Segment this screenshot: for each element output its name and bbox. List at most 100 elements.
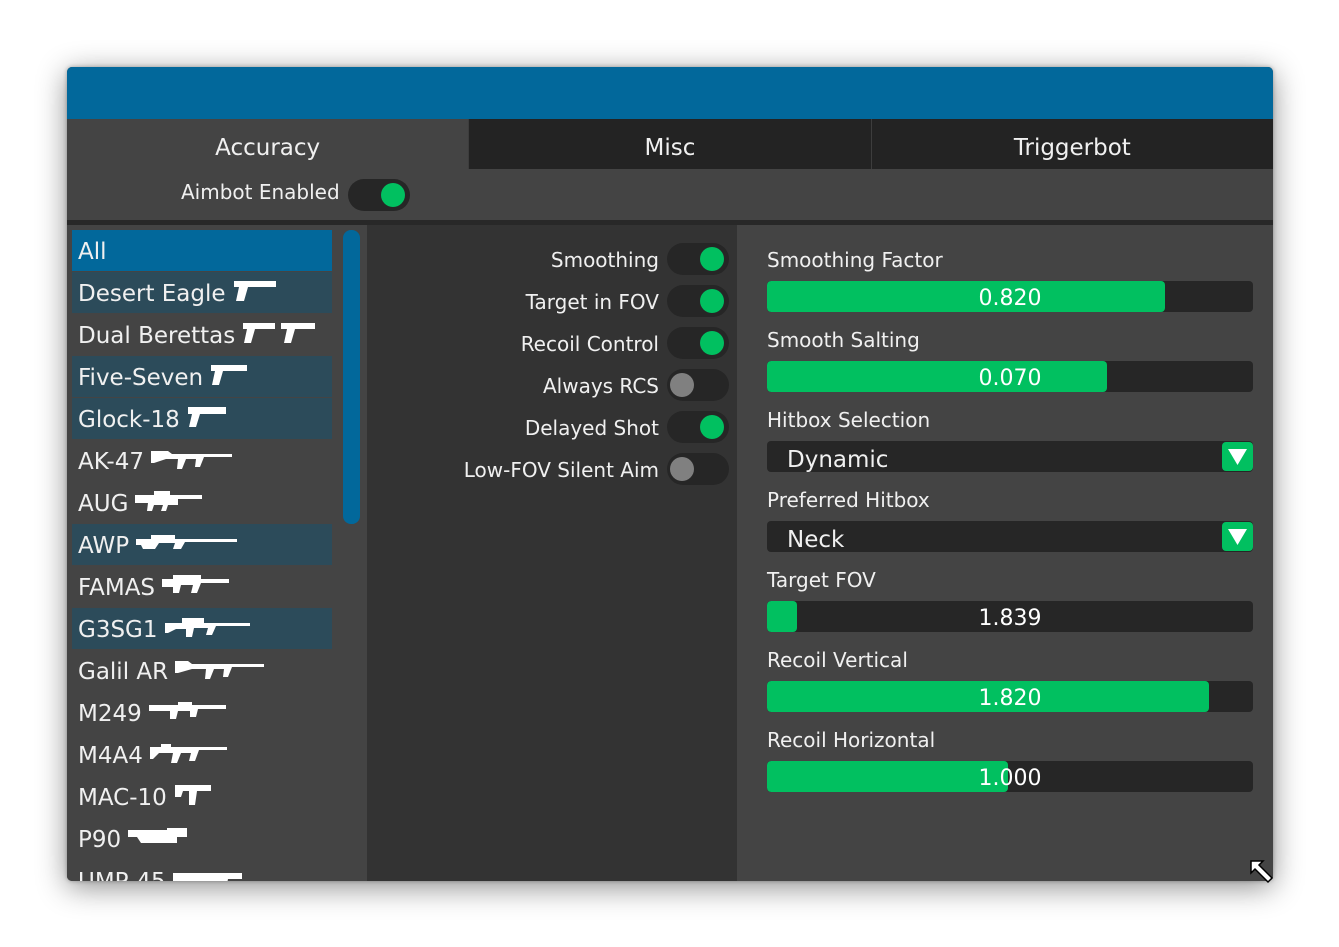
smg-icon	[128, 827, 188, 843]
weapon-name: AUG	[78, 491, 129, 517]
weapon-item-five-seven[interactable]: Five-Seven	[72, 356, 332, 397]
slider-value: 0.070	[978, 366, 1042, 391]
toggle-knob	[381, 183, 405, 207]
weapon-item-glock-18[interactable]: Glock-18	[72, 398, 332, 439]
weapon-name: Dual Berettas	[78, 323, 236, 349]
weapon-name: P90	[78, 827, 122, 853]
recoil-horizontal-label: Recoil Horizontal	[767, 728, 936, 752]
option-label-always-rcs: Always RCS	[542, 374, 659, 398]
weapon-name: UMP-45	[78, 869, 166, 881]
smooth-salting-label: Smooth Salting	[767, 328, 920, 352]
weapon-item-g3sg1[interactable]: G3SG1	[72, 608, 332, 649]
dropdown-arrow[interactable]	[1222, 522, 1253, 551]
rifle-icon	[148, 701, 226, 719]
toggle-knob	[700, 289, 724, 313]
recoil-horizontal-slider[interactable]: 1.000	[767, 761, 1253, 792]
weapon-item-famas[interactable]: FAMAS	[72, 566, 332, 607]
slider-value: 1.839	[978, 606, 1042, 631]
target-in-fov-toggle[interactable]	[667, 285, 729, 317]
weapon-name: Glock-18	[78, 407, 180, 433]
weapon-name: Five-Seven	[78, 365, 204, 391]
weapon-item-dual-berettas[interactable]: Dual Berettas	[72, 314, 332, 355]
dropdown-value: Neck	[787, 527, 845, 553]
weapon-item-p90[interactable]: P90	[72, 818, 332, 859]
recoil-vertical-label: Recoil Vertical	[767, 648, 908, 672]
smoothing-toggle[interactable]	[667, 243, 729, 275]
option-label-recoil-control: Recoil Control	[520, 332, 659, 356]
weapon-list: All Desert Eagle Dual Berettas Five-Seve…	[67, 225, 367, 881]
toggle-knob	[700, 331, 724, 355]
weapon-item-m249[interactable]: M249	[72, 692, 332, 733]
rifle-icon	[150, 450, 232, 469]
pistol-icon	[233, 280, 276, 301]
smooth-salting-slider[interactable]: 0.070	[767, 361, 1253, 392]
hitbox-selection-label: Hitbox Selection	[767, 408, 931, 432]
weapon-item-ak-47[interactable]: AK-47	[72, 440, 332, 481]
option-label-target-in-fov: Target in FOV	[525, 290, 659, 314]
recoil-control-toggle[interactable]	[667, 327, 729, 359]
options-panel	[367, 225, 737, 881]
weapon-name: M249	[78, 701, 142, 727]
weapon-name: AWP	[78, 533, 130, 559]
hitbox-selection-dropdown[interactable]: Dynamic	[767, 441, 1253, 473]
aimbot-enabled-label: Aimbot Enabled	[181, 180, 340, 204]
weapon-name: M4A4	[78, 743, 143, 769]
slider-value: 1.000	[978, 766, 1042, 791]
dual-pistols-icon	[243, 322, 316, 343]
dropdown-value: Dynamic	[787, 447, 889, 473]
aimbot-enabled-toggle[interactable]	[348, 179, 410, 211]
weapon-item-all[interactable]: All	[72, 230, 332, 271]
title-bar[interactable]	[67, 67, 1273, 119]
slider-value: 1.820	[978, 686, 1042, 711]
dropdown-arrow[interactable]	[1222, 442, 1253, 471]
rifle-icon	[135, 490, 203, 511]
option-label-smoothing: Smoothing	[550, 248, 659, 272]
sniper-icon	[164, 617, 250, 637]
tab-triggerbot[interactable]: Triggerbot	[871, 119, 1273, 169]
delayed-shot-toggle[interactable]	[667, 411, 729, 443]
chevron-down-icon	[1228, 449, 1247, 465]
preferred-hitbox-dropdown[interactable]: Neck	[767, 521, 1253, 553]
rifle-icon	[175, 660, 265, 679]
always-rcs-toggle[interactable]	[667, 369, 729, 401]
option-label-delayed-shot: Delayed Shot	[524, 416, 659, 440]
weapon-item-aug[interactable]: AUG	[72, 482, 332, 523]
weapon-item-m4a4[interactable]: M4A4	[72, 734, 332, 775]
weapon-name: All	[78, 239, 107, 265]
scrollbar-thumb[interactable]	[343, 230, 360, 524]
weapon-name: MAC-10	[78, 785, 167, 811]
chevron-down-icon	[1228, 529, 1247, 545]
recoil-vertical-slider[interactable]: 1.820	[767, 681, 1253, 712]
weapon-item-awp[interactable]: AWP	[72, 524, 332, 565]
weapon-name: G3SG1	[78, 617, 158, 643]
target-fov-slider[interactable]: 1.839	[767, 601, 1253, 632]
toggle-knob	[670, 373, 694, 397]
smg-icon	[172, 872, 242, 881]
weapon-name: AK-47	[78, 449, 144, 475]
weapon-item-mac-10[interactable]: MAC-10	[72, 776, 332, 817]
toggle-knob	[670, 457, 694, 481]
weapon-item-ump-45[interactable]: UMP-45	[72, 860, 332, 881]
toggle-knob	[700, 247, 724, 271]
low-fov-silent-aim-toggle[interactable]	[667, 453, 729, 485]
weapon-item-desert-eagle[interactable]: Desert Eagle	[72, 272, 332, 313]
weapon-name: Desert Eagle	[78, 281, 226, 307]
toggle-knob	[700, 415, 724, 439]
option-label-low-fov-silent-aim: Low-FOV Silent Aim	[463, 458, 659, 482]
tab-accuracy[interactable]: Accuracy	[67, 119, 470, 169]
weapon-item-galil-ar[interactable]: Galil AR	[72, 650, 332, 691]
slider-value: 0.820	[978, 286, 1042, 311]
smoothing-factor-slider[interactable]: 0.820	[767, 281, 1253, 312]
smoothing-factor-label: Smoothing Factor	[767, 248, 943, 272]
rifle-icon	[162, 574, 230, 593]
tab-misc[interactable]: Misc	[469, 119, 872, 169]
preferred-hitbox-label: Preferred Hitbox	[767, 488, 930, 512]
pistol-icon	[187, 406, 226, 427]
settings-window: Accuracy Misc Triggerbot Aimbot Enabled …	[67, 67, 1273, 881]
target-fov-label: Target FOV	[767, 568, 876, 592]
resize-handle-icon[interactable]	[1248, 858, 1274, 884]
rifle-icon	[149, 743, 227, 763]
smg-icon	[174, 784, 211, 805]
tab-bar: Accuracy Misc Triggerbot	[67, 119, 1273, 169]
weapon-name: Galil AR	[78, 659, 169, 685]
